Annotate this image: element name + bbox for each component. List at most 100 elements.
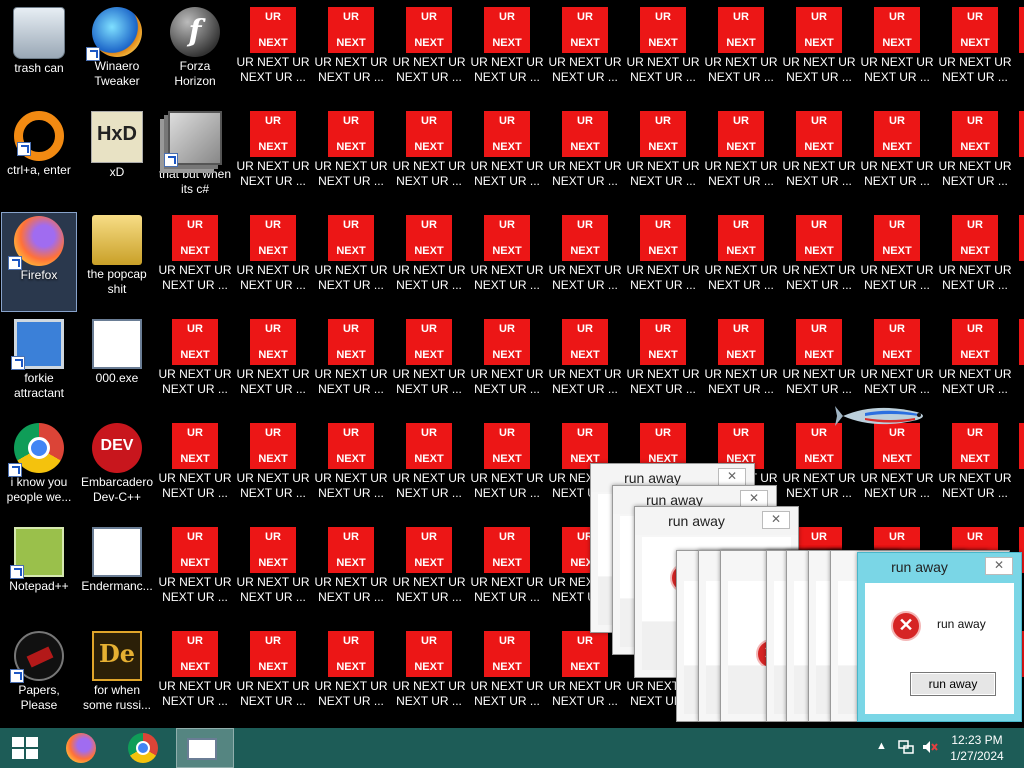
- ur-next-icon[interactable]: URNEXTUR NEXT UR NEXT UR ...: [469, 420, 545, 520]
- ur-next-icon[interactable]: URNEXTUR NEXT UR NEXT UR ...: [157, 420, 233, 520]
- ur-next-icon[interactable]: URNEXTUR NEXT UR NEXT UR ...: [937, 316, 1013, 416]
- volume-muted-icon[interactable]: [922, 740, 938, 756]
- ur-top-text: UR: [577, 427, 593, 439]
- ur-next-icon-partial[interactable]: [1019, 319, 1024, 365]
- ur-next-icon[interactable]: URNEXTUR NEXT UR NEXT UR ...: [157, 628, 233, 728]
- ur-next-icon[interactable]: URNEXTUR NEXT UR NEXT UR ...: [625, 4, 701, 104]
- ur-next-icon-partial[interactable]: [1019, 111, 1024, 157]
- ur-next-icon[interactable]: URNEXTUR NEXT UR NEXT UR ...: [781, 420, 857, 520]
- ur-next-red-icon: UR NEXT: [484, 319, 530, 365]
- ur-next-icon[interactable]: URNEXTUR NEXT UR NEXT UR ...: [625, 108, 701, 208]
- ur-next-icon[interactable]: URNEXTUR NEXT UR NEXT UR ...: [391, 628, 467, 728]
- ur-next-icon[interactable]: URNEXTUR NEXT UR NEXT UR ...: [313, 212, 389, 312]
- taskbar-firefox-button[interactable]: [52, 728, 110, 768]
- ur-next-icon[interactable]: URNEXTUR NEXT UR NEXT UR ...: [547, 108, 623, 208]
- ur-next-icon[interactable]: URNEXTUR NEXT UR NEXT UR ...: [313, 420, 389, 520]
- ur-next-icon[interactable]: URNEXTUR NEXT UR NEXT UR ...: [703, 212, 779, 312]
- ur-next-icon[interactable]: URNEXTUR NEXT UR NEXT UR ...: [313, 524, 389, 624]
- ur-next-icon[interactable]: URNEXTUR NEXT UR NEXT UR ...: [781, 212, 857, 312]
- close-button[interactable]: ✕: [718, 468, 746, 486]
- desktop-icon[interactable]: Notepad++: [1, 524, 77, 624]
- desktop-icon[interactable]: fForza Horizon 5.exe: [157, 4, 233, 104]
- ur-next-icon[interactable]: URNEXTUR NEXT UR NEXT UR ...: [625, 212, 701, 312]
- network-icon[interactable]: [898, 740, 914, 756]
- ur-next-icon[interactable]: URNEXTUR NEXT UR NEXT UR ...: [157, 524, 233, 624]
- ur-next-icon[interactable]: URNEXTUR NEXT UR NEXT UR ...: [547, 4, 623, 104]
- desktop-icon[interactable]: 000.exe: [79, 316, 155, 416]
- ur-next-icon[interactable]: URNEXTUR NEXT UR NEXT UR ...: [469, 108, 545, 208]
- close-button[interactable]: ✕: [985, 557, 1013, 575]
- ur-next-icon[interactable]: URNEXTUR NEXT UR NEXT UR ...: [547, 316, 623, 416]
- ur-next-icon[interactable]: URNEXTUR NEXT UR NEXT UR ...: [937, 212, 1013, 312]
- ur-next-icon[interactable]: URNEXTUR NEXT UR NEXT UR ...: [313, 628, 389, 728]
- ur-next-icon[interactable]: URNEXTUR NEXT UR NEXT UR ...: [625, 316, 701, 416]
- ur-next-icon[interactable]: URNEXTUR NEXT UR NEXT UR ...: [235, 108, 311, 208]
- ur-next-icon[interactable]: URNEXTUR NEXT UR NEXT UR ...: [313, 108, 389, 208]
- ur-next-icon[interactable]: URNEXTUR NEXT UR NEXT UR ...: [781, 108, 857, 208]
- desktop-icon[interactable]: forkie attractant: [1, 316, 77, 416]
- ur-next-icon[interactable]: URNEXTUR NEXT UR NEXT UR ...: [937, 4, 1013, 104]
- ur-next-icon[interactable]: URNEXTUR NEXT UR NEXT UR ...: [469, 212, 545, 312]
- ur-next-icon[interactable]: URNEXTUR NEXT UR NEXT UR ...: [235, 524, 311, 624]
- ur-next-icon[interactable]: URNEXTUR NEXT UR NEXT UR ...: [703, 316, 779, 416]
- desktop-icon[interactable]: De for when some russi...: [79, 628, 155, 728]
- dialog-titlebar[interactable]: run away ✕: [635, 507, 798, 535]
- ur-next-icon[interactable]: URNEXTUR NEXT UR NEXT UR ...: [469, 316, 545, 416]
- ur-next-icon[interactable]: URNEXTUR NEXT UR NEXT UR ...: [391, 4, 467, 104]
- desktop-icon[interactable]: i know you people we...: [1, 420, 77, 520]
- ur-next-icon-partial[interactable]: [1019, 7, 1024, 53]
- ur-next-icon[interactable]: URNEXTUR NEXT UR NEXT UR ...: [937, 420, 1013, 520]
- ur-next-icon[interactable]: URNEXTUR NEXT UR NEXT UR ...: [313, 4, 389, 104]
- run-away-dialog-active[interactable]: run away ✕ ✕ run away run away: [857, 552, 1022, 722]
- desktop-icon[interactable]: Papers, Please: [1, 628, 77, 728]
- start-button[interactable]: [0, 728, 50, 768]
- ur-next-icon[interactable]: URNEXTUR NEXT UR NEXT UR ...: [235, 316, 311, 416]
- ur-next-icon[interactable]: URNEXTUR NEXT UR NEXT UR ...: [859, 4, 935, 104]
- ur-next-icon[interactable]: URNEXTUR NEXT UR NEXT UR ...: [859, 420, 935, 520]
- ur-next-icon[interactable]: URNEXTUR NEXT UR NEXT UR ...: [703, 108, 779, 208]
- ur-top-text: UR: [187, 427, 203, 439]
- ur-next-icon[interactable]: URNEXTUR NEXT UR NEXT UR ...: [781, 4, 857, 104]
- ur-next-icon[interactable]: URNEXTUR NEXT UR NEXT UR ...: [391, 212, 467, 312]
- close-button[interactable]: ✕: [762, 511, 790, 529]
- error-icon: ✕: [891, 611, 921, 641]
- ur-next-icon-partial[interactable]: [1019, 215, 1024, 261]
- ur-next-icon[interactable]: URNEXTUR NEXT UR NEXT UR ...: [859, 212, 935, 312]
- clock[interactable]: 12:23 PM 1/27/2024: [942, 732, 1012, 764]
- ur-bottom-text: NEXT: [570, 37, 600, 49]
- ur-next-red-icon: UR NEXT: [172, 631, 218, 677]
- ur-next-icon[interactable]: URNEXTUR NEXT UR NEXT UR ...: [157, 316, 233, 416]
- desktop-icon[interactable]: Winaero Tweaker: [79, 4, 155, 104]
- desktop-icon[interactable]: trash can: [1, 4, 77, 104]
- ur-next-icon[interactable]: URNEXTUR NEXT UR NEXT UR ...: [391, 420, 467, 520]
- desktop-icon[interactable]: HxD xD: [79, 108, 155, 208]
- ur-next-icon[interactable]: URNEXTUR NEXT UR NEXT UR ...: [937, 108, 1013, 208]
- desktop-icon[interactable]: the popcap shit: [79, 212, 155, 312]
- desktop-icon[interactable]: Endermanc...: [79, 524, 155, 624]
- ur-next-icon[interactable]: URNEXTUR NEXT UR NEXT UR ...: [469, 628, 545, 728]
- desktop-icon[interactable]: ctrl+a, enter: [1, 108, 77, 208]
- ur-next-icon[interactable]: URNEXTUR NEXT UR NEXT UR ...: [547, 212, 623, 312]
- ur-next-icon[interactable]: URNEXTUR NEXT UR NEXT UR ...: [469, 4, 545, 104]
- desktop-icon[interactable]: that but when its c#: [157, 108, 233, 208]
- ur-next-icon[interactable]: URNEXTUR NEXT UR NEXT UR ...: [157, 212, 233, 312]
- ur-next-icon[interactable]: URNEXTUR NEXT UR NEXT UR ...: [235, 628, 311, 728]
- ur-next-icon[interactable]: URNEXTUR NEXT UR NEXT UR ...: [703, 4, 779, 104]
- tray-overflow-chevron[interactable]: ▲: [876, 740, 887, 756]
- taskbar-program-button[interactable]: [176, 728, 234, 768]
- run-away-button[interactable]: run away: [910, 672, 996, 696]
- ur-next-icon[interactable]: URNEXTUR NEXT UR NEXT UR ...: [235, 212, 311, 312]
- taskbar-chrome-button[interactable]: [114, 728, 172, 768]
- ur-next-icon[interactable]: URNEXTUR NEXT UR NEXT UR ...: [391, 108, 467, 208]
- ur-next-icon[interactable]: URNEXTUR NEXT UR NEXT UR ...: [391, 316, 467, 416]
- ur-next-icon[interactable]: URNEXTUR NEXT UR NEXT UR ...: [235, 4, 311, 104]
- ur-next-icon[interactable]: URNEXTUR NEXT UR NEXT UR ...: [469, 524, 545, 624]
- ur-next-icon[interactable]: URNEXTUR NEXT UR NEXT UR ...: [859, 108, 935, 208]
- desktop-icon[interactable]: Firefox: [1, 212, 77, 312]
- ur-next-icon[interactable]: URNEXTUR NEXT UR NEXT UR ...: [235, 420, 311, 520]
- ur-next-icon[interactable]: URNEXTUR NEXT UR NEXT UR ...: [391, 524, 467, 624]
- ur-next-icon[interactable]: URNEXTUR NEXT UR NEXT UR ...: [313, 316, 389, 416]
- desktop-icon[interactable]: DEV Embarcadero Dev-C++: [79, 420, 155, 520]
- ur-next-icon-partial[interactable]: [1019, 423, 1024, 469]
- dialog-titlebar[interactable]: run away ✕: [858, 553, 1021, 581]
